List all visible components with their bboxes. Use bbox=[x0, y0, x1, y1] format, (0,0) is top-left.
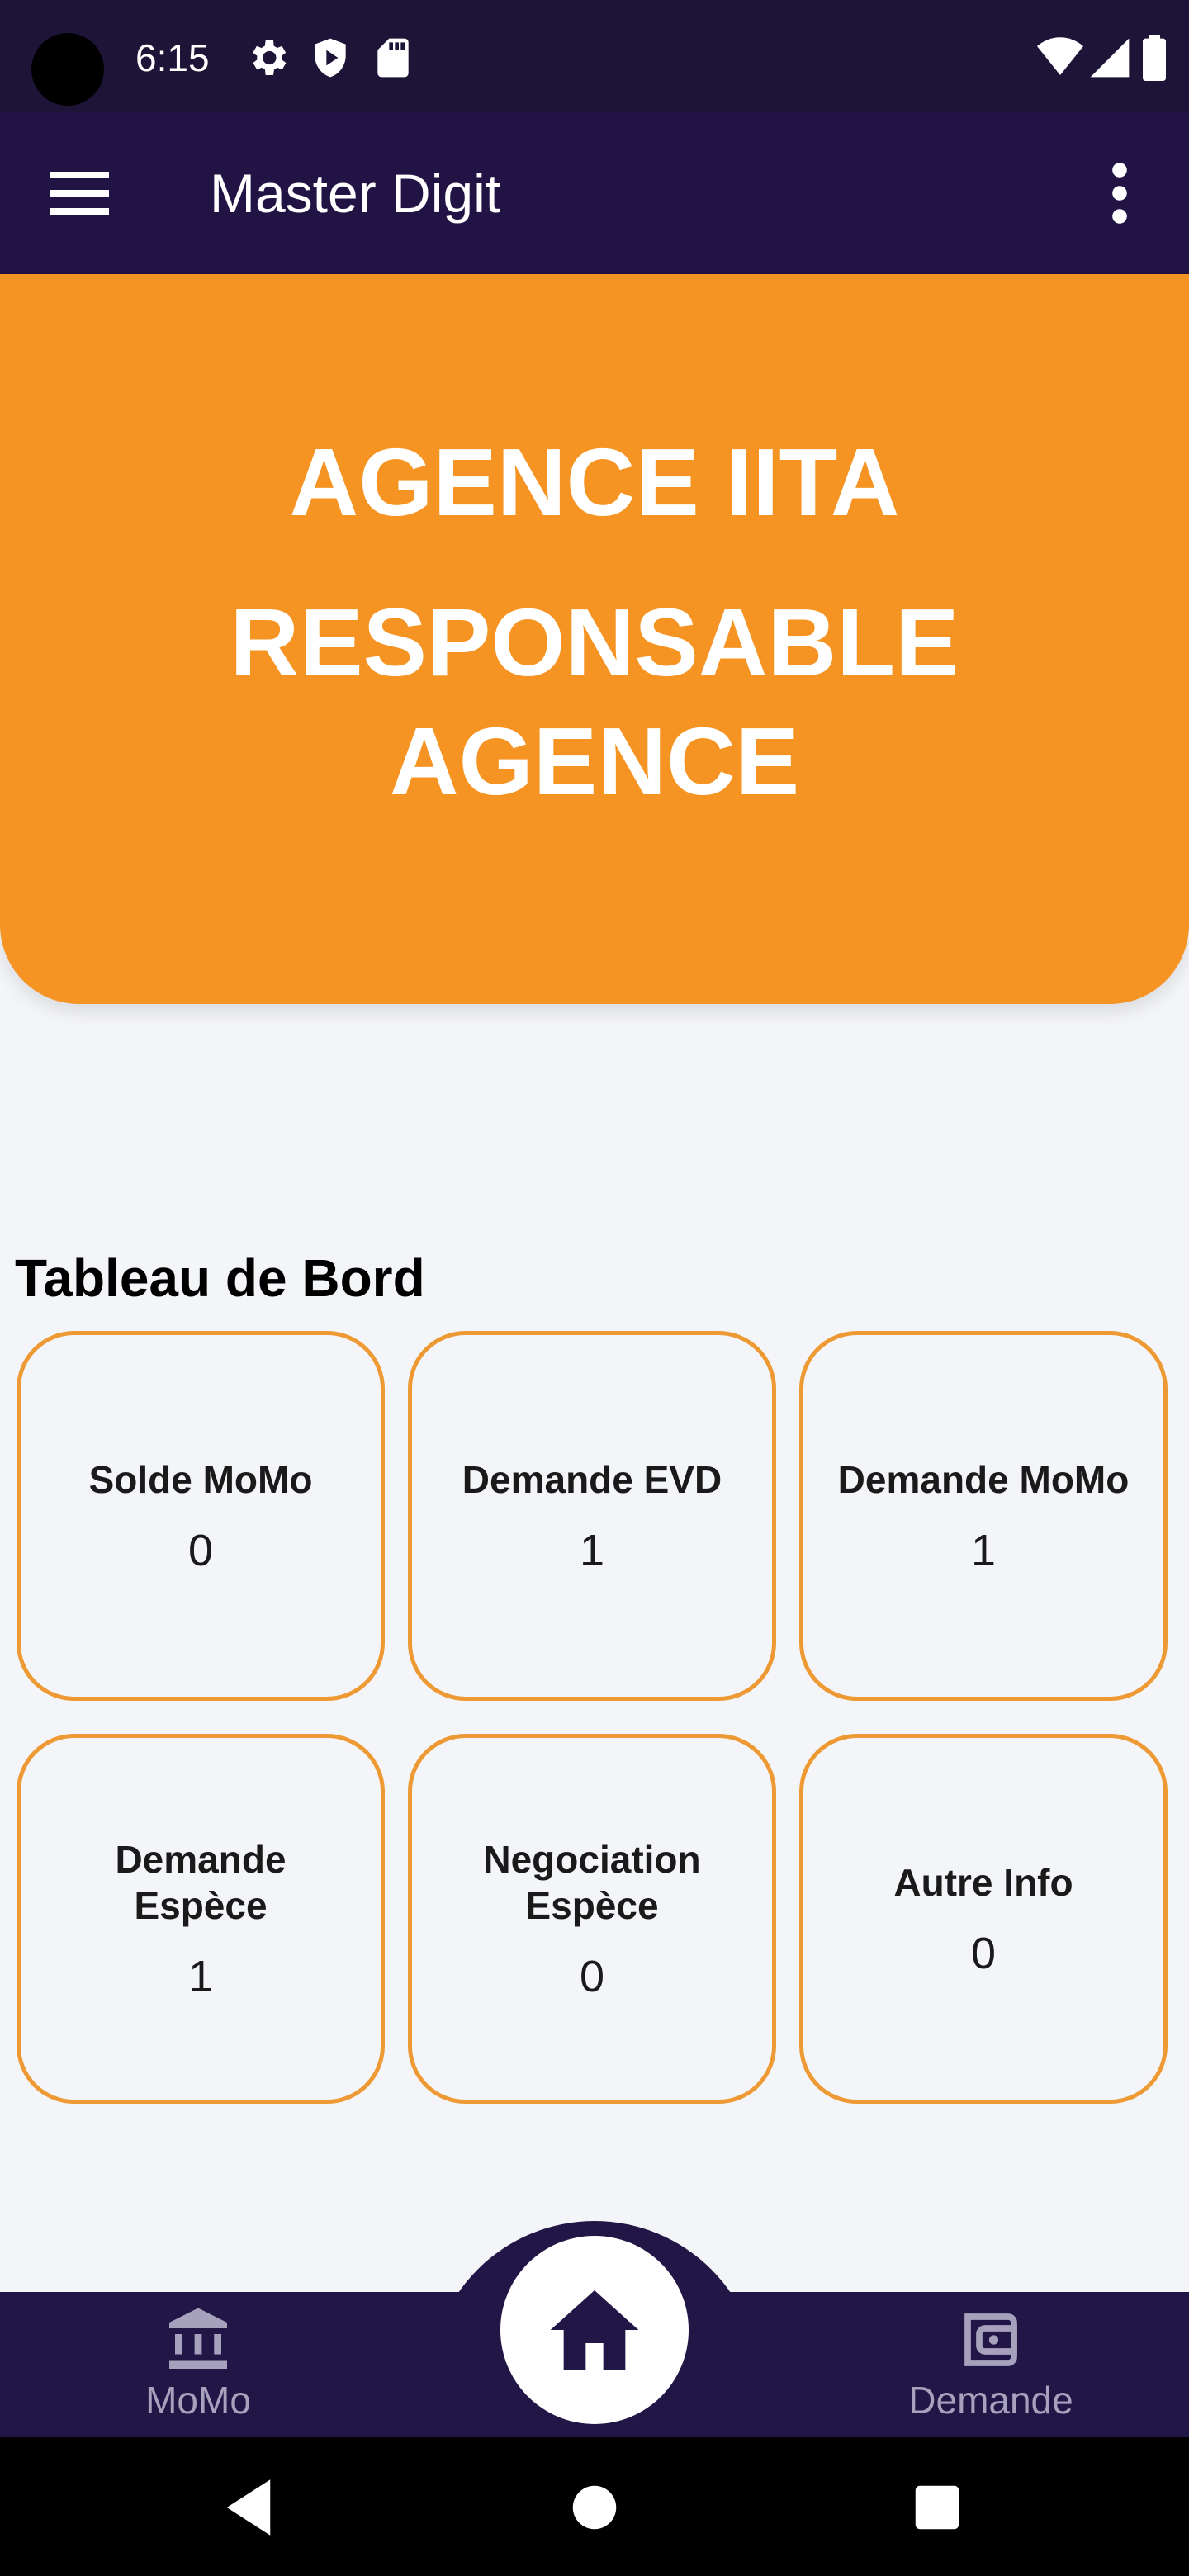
wifi-icon bbox=[1037, 37, 1083, 75]
battery-icon bbox=[1143, 35, 1166, 81]
card-solde-momo[interactable]: Solde MoMo 0 bbox=[17, 1331, 385, 1701]
dashboard-title: Tableau de Bord bbox=[15, 1248, 425, 1308]
card-demande-momo[interactable]: Demande MoMo 1 bbox=[799, 1331, 1168, 1701]
card-value: 1 bbox=[579, 1526, 605, 1575]
wallet-icon bbox=[964, 2313, 1017, 2366]
system-nav-bar bbox=[0, 2437, 1189, 2576]
card-value: 0 bbox=[187, 1526, 214, 1575]
card-value: 0 bbox=[970, 1929, 997, 1978]
nav-label-demande: Demande bbox=[908, 2379, 1073, 2422]
camera-cutout bbox=[31, 33, 104, 106]
bank-icon bbox=[169, 2308, 227, 2369]
hamburger-menu-icon[interactable] bbox=[40, 154, 119, 233]
shield-play-icon bbox=[315, 38, 346, 78]
card-label: Demande EVD bbox=[462, 1458, 722, 1501]
app-bar: Master Digit bbox=[0, 112, 1189, 274]
card-label: Negociation Espèce bbox=[483, 1838, 701, 1927]
app-title: Master Digit bbox=[210, 163, 501, 224]
nav-label-momo: MoMo bbox=[145, 2379, 251, 2422]
status-bar: 6:15 bbox=[0, 0, 1189, 112]
card-label: Solde MoMo bbox=[88, 1458, 313, 1501]
card-demande-evd[interactable]: Demande EVD 1 bbox=[408, 1331, 776, 1701]
back-triangle-icon[interactable] bbox=[211, 2470, 286, 2545]
status-time: 6:15 bbox=[135, 36, 210, 79]
agency-role: RESPONSABLE AGENCE bbox=[230, 589, 959, 815]
nav-item-momo[interactable]: MoMo bbox=[74, 2292, 322, 2437]
settings-icon bbox=[253, 40, 287, 75]
sd-card-icon bbox=[377, 38, 409, 78]
agency-banner: AGENCE IITA RESPONSABLE AGENCE bbox=[0, 274, 1189, 1004]
more-vertical-icon[interactable] bbox=[1090, 154, 1149, 233]
home-icon bbox=[550, 2290, 639, 2370]
card-value: 1 bbox=[970, 1526, 997, 1575]
card-label: Demande Espèce bbox=[115, 1838, 287, 1927]
nav-item-demande[interactable]: Demande bbox=[867, 2292, 1115, 2437]
card-autre-info[interactable]: Autre Info 0 bbox=[799, 1734, 1168, 2104]
card-negociation-espece[interactable]: Negociation Espèce 0 bbox=[408, 1734, 776, 2104]
agency-name: AGENCE IITA bbox=[289, 429, 900, 536]
recents-square-icon[interactable] bbox=[900, 2470, 974, 2545]
home-circle-icon[interactable] bbox=[557, 2470, 632, 2545]
cell-signal-icon bbox=[1090, 38, 1130, 78]
card-demande-espece[interactable]: Demande Espèce 1 bbox=[17, 1734, 385, 2104]
card-label: Autre Info bbox=[893, 1861, 1073, 1904]
card-value: 1 bbox=[187, 1952, 214, 2001]
card-value: 0 bbox=[579, 1952, 605, 2001]
home-button[interactable] bbox=[500, 2236, 689, 2424]
card-label: Demande MoMo bbox=[837, 1458, 1130, 1501]
